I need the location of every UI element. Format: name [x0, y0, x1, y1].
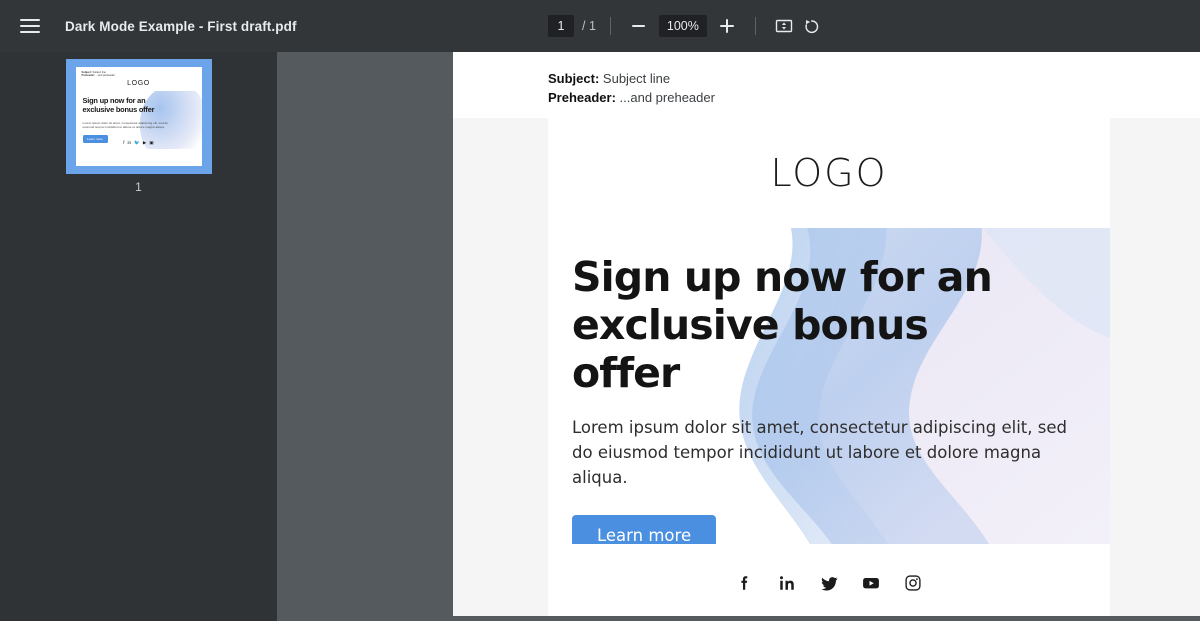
facebook-icon[interactable] [734, 572, 756, 594]
subject-label: Subject: [548, 71, 600, 86]
pdf-page: Subject: Subject line Preheader: ...and … [453, 52, 1200, 616]
toolbar-divider [609, 17, 611, 35]
hamburger-line [20, 19, 40, 21]
hero-headline: Sign up now for an exclusive bonus offer [572, 253, 993, 397]
thumbnail-headline: Sign up now for an exclusive bonus offer [82, 96, 155, 114]
preheader-row: Preheader: ...and preheader [548, 88, 1200, 107]
hamburger-line [20, 25, 40, 27]
page-canvas: LOGO Sign up now for an exclusive bonus … [453, 118, 1200, 616]
thumbnail-meta: Subject: Subject line Preheader: ...and … [81, 71, 115, 78]
email-logo-area: LOGO [548, 118, 1110, 228]
hero-content: Sign up now for an exclusive bonus offer… [548, 228, 1110, 544]
rotate-counterclockwise-icon [805, 19, 819, 33]
fit-to-page-icon [775, 19, 793, 33]
instagram-icon: ▣ [149, 140, 154, 146]
facebook-icon: f [123, 140, 125, 146]
rotate-button[interactable] [798, 12, 826, 40]
toolbar-controls: / 1 [548, 0, 826, 52]
subject-row: Subject: Subject line [548, 69, 1200, 88]
zoom-out-button[interactable] [625, 12, 653, 40]
toolbar-divider [754, 17, 756, 35]
thumbnail-sidebar[interactable]: Subject: Subject line Preheader: ...and … [0, 52, 277, 621]
linkedin-icon: in [127, 140, 132, 146]
minus-icon [632, 25, 646, 27]
fit-to-page-button[interactable] [770, 12, 798, 40]
thumbnail-hero: Sign up now for an exclusive bonus offer… [75, 91, 202, 149]
thumbnail-social-row: f in 🐦 ▶ ▣ [76, 141, 202, 146]
linkedin-icon[interactable] [776, 572, 798, 594]
preheader-value: ...and preheader [619, 90, 715, 105]
youtube-icon: ▶ [142, 140, 147, 146]
email-footer [548, 544, 1110, 616]
email-hero-section: Sign up now for an exclusive bonus offer… [548, 228, 1110, 544]
twitter-icon[interactable] [818, 572, 840, 594]
brand-logo: LOGO [770, 151, 888, 195]
thumbnail-item[interactable]: Subject: Subject line Preheader: ...and … [65, 59, 213, 194]
learn-more-button[interactable]: Learn more [572, 515, 717, 544]
twitter-icon: 🐦 [134, 140, 140, 146]
zoom-in-button[interactable] [713, 12, 741, 40]
page-thumbnail[interactable]: Subject: Subject line Preheader: ...and … [65, 59, 212, 174]
email-meta-block: Subject: Subject line Preheader: ...and … [453, 52, 1200, 118]
page-count-label: / 1 [582, 19, 596, 33]
document-title: Dark Mode Example - First draft.pdf [65, 18, 297, 34]
thumbnail-page-label: 1 [135, 180, 142, 194]
thumbnail-preview: Subject: Subject line Preheader: ...and … [75, 67, 202, 166]
pdf-viewer-window: Dark Mode Example - First draft.pdf / 1 [0, 0, 1200, 621]
thumbnail-logo: LOGO [127, 80, 150, 87]
hamburger-menu-icon[interactable] [17, 13, 43, 39]
subject-value: Subject line [602, 71, 671, 86]
hamburger-line [20, 31, 40, 33]
preheader-label: Preheader: [548, 90, 616, 105]
thumbnail-body: Lorem ipsum dolor sit amet, consectetur … [82, 121, 168, 130]
plus-icon [719, 19, 734, 33]
zoom-level-input[interactable] [658, 15, 707, 37]
youtube-icon[interactable] [860, 572, 882, 594]
email-template: LOGO Sign up now for an exclusive bonus … [548, 118, 1110, 616]
hero-body-text: Lorem ipsum dolor sit amet, consectetur … [572, 418, 1067, 487]
social-links-row [734, 572, 924, 594]
document-viewer[interactable]: Subject: Subject line Preheader: ...and … [277, 52, 1200, 621]
top-toolbar: Dark Mode Example - First draft.pdf / 1 [0, 0, 1200, 52]
page-number-input[interactable] [548, 15, 574, 37]
instagram-icon[interactable] [902, 572, 924, 594]
